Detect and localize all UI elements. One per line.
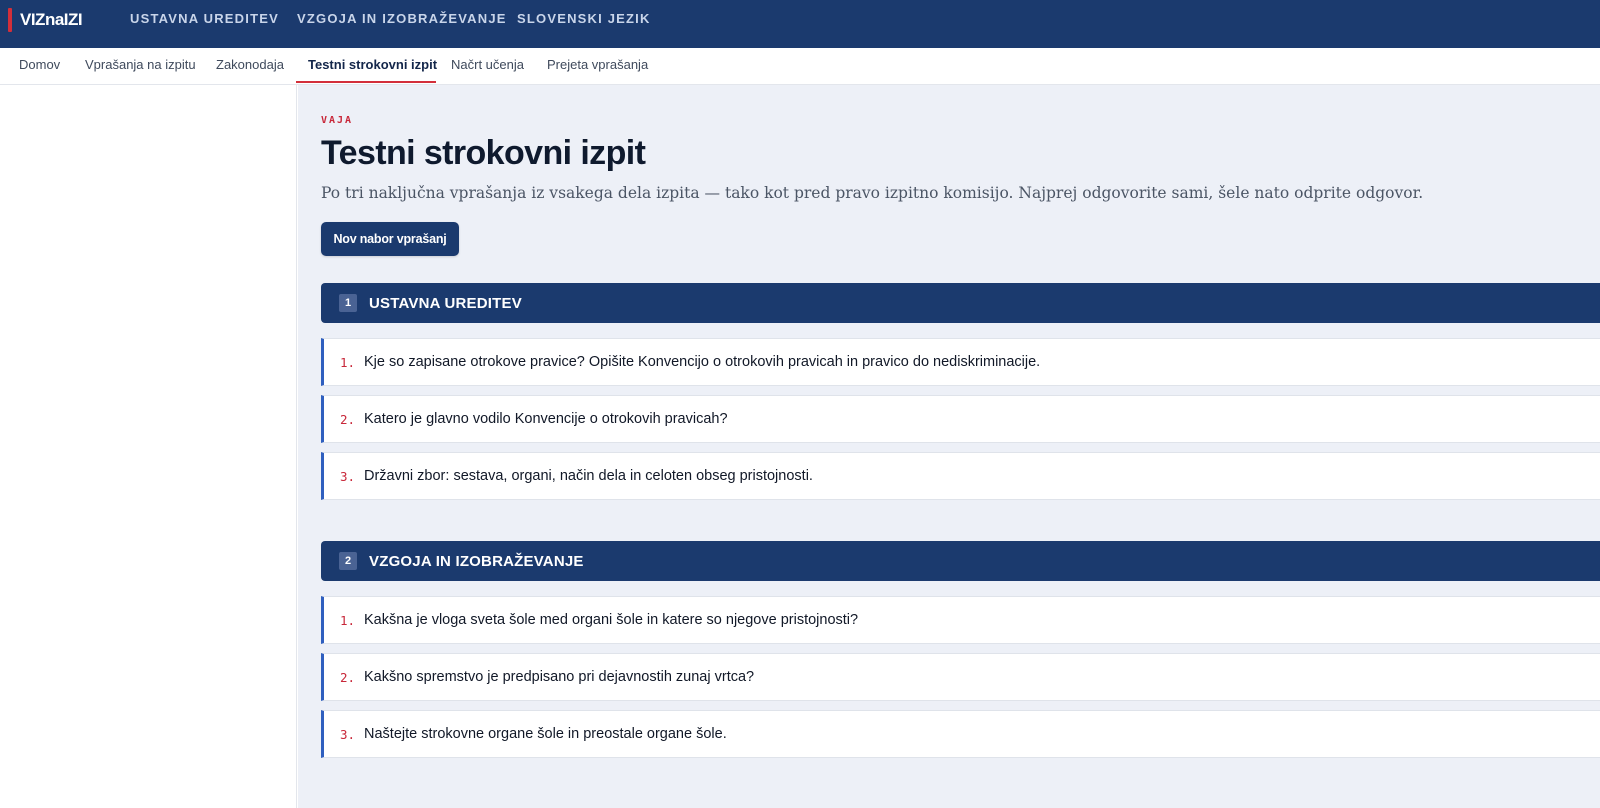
question-number: 3. xyxy=(340,726,356,742)
section-number-badge: 1 xyxy=(339,294,357,312)
question-text: Državni zbor: sestava, organi, način del… xyxy=(364,468,813,484)
question-text: Kakšno spremstvo je predpisano pri dejav… xyxy=(364,669,755,685)
question-number: 3. xyxy=(340,468,356,484)
brand-name: VIZnaIZI xyxy=(20,10,83,29)
question-item[interactable]: 2. Katero je glavno vodilo Konvencije o … xyxy=(321,395,1600,443)
section-number-badge: 2 xyxy=(339,552,357,570)
question-number: 2. xyxy=(340,411,356,427)
section-title: VZGOJA IN IZOBRAŽEVANJE xyxy=(369,552,584,570)
page-eyebrow: VAJA xyxy=(321,115,354,126)
brand-accent-bar xyxy=(8,8,12,32)
question-text: Katero je glavno vodilo Konvencije o otr… xyxy=(364,411,728,427)
subnav-prejeta-vprasanja[interactable]: Prejeta vprašanja xyxy=(547,57,648,72)
topnav-ustavna-ureditev[interactable]: USTAVNA UREDITEV xyxy=(130,11,279,26)
question-item[interactable]: 2. Kakšno spremstvo je predpisano pri de… xyxy=(321,653,1600,701)
topnav-slovenski-jezik[interactable]: SLOVENSKI JEZIK xyxy=(517,11,651,26)
topnav-vzgoja-in-izobrazevanje[interactable]: VZGOJA IN IZOBRAŽEVANJE xyxy=(297,11,507,26)
question-number: 1. xyxy=(340,612,356,628)
section-header-ustavna-ureditev: 1 USTAVNA UREDITEV xyxy=(321,283,1600,323)
active-tab-indicator xyxy=(296,81,436,83)
top-bar: VIZnaIZI USTAVNA UREDITEV VZGOJA IN IZOB… xyxy=(0,0,1600,48)
section-title: USTAVNA UREDITEV xyxy=(369,294,522,312)
subnav-domov[interactable]: Domov xyxy=(19,57,60,72)
question-item[interactable]: 1. Kje so zapisane otrokove pravice? Opi… xyxy=(321,338,1600,386)
question-text: Kakšna je vloga sveta šole med organi šo… xyxy=(364,612,859,628)
page-title: Testni strokovni izpit xyxy=(321,134,646,172)
section-header-vzgoja-in-izobrazevanje: 2 VZGOJA IN IZOBRAŽEVANJE xyxy=(321,541,1600,581)
question-text: Kje so zapisane otrokove pravice? Opišit… xyxy=(364,354,1041,370)
subnav-vprasanja-na-izpitu[interactable]: Vprašanja na izpitu xyxy=(85,57,196,72)
page-lead: Po tri naključna vprašanja iz vsakega de… xyxy=(321,184,1424,202)
brand-logo[interactable]: VIZnaIZI xyxy=(8,8,83,32)
subnav-nacrt-ucenja[interactable]: Načrt učenja xyxy=(451,57,524,72)
question-text: Naštejte strokovne organe šole in preost… xyxy=(364,726,727,742)
question-item[interactable]: 3. Državni zbor: sestava, organi, način … xyxy=(321,452,1600,500)
question-number: 1. xyxy=(340,354,356,370)
sub-navigation: Domov Vprašanja na izpitu Zakonodaja Tes… xyxy=(0,48,1600,85)
sidebar xyxy=(0,85,297,808)
subnav-testni-strokovni-izpit[interactable]: Testni strokovni izpit xyxy=(308,57,437,72)
subnav-zakonodaja[interactable]: Zakonodaja xyxy=(216,57,284,72)
new-question-set-button[interactable]: Nov nabor vprašanj xyxy=(321,222,459,256)
question-number: 2. xyxy=(340,669,356,685)
question-item[interactable]: 3. Naštejte strokovne organe šole in pre… xyxy=(321,710,1600,758)
question-item[interactable]: 1. Kakšna je vloga sveta šole med organi… xyxy=(321,596,1600,644)
